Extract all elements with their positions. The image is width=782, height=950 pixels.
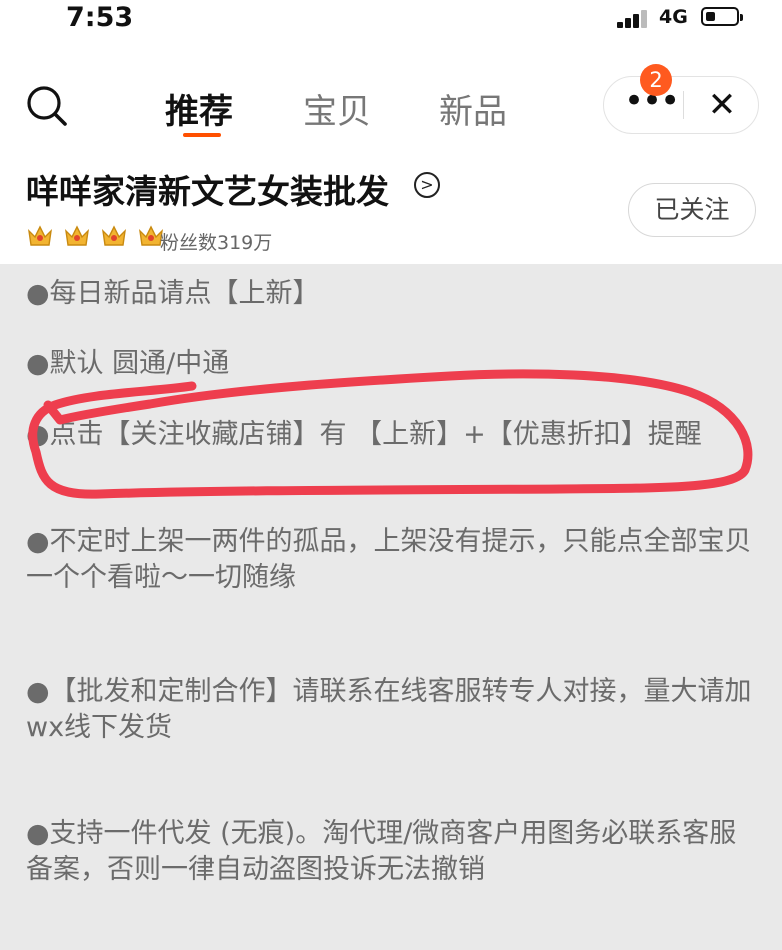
follow-button[interactable]: 已关注	[628, 183, 756, 237]
shop-notice: ●每日新品请点【上新】 ●默认 圆通/中通 ●点击【关注收藏店铺】有 【上新】+…	[0, 264, 782, 950]
status-time: 7:53	[66, 2, 134, 33]
crown-icon	[102, 225, 127, 246]
shop-rating-crowns	[26, 222, 169, 254]
shop-name[interactable]: 咩咩家清新文艺女装批发	[26, 165, 389, 213]
crown-icon	[65, 225, 90, 246]
tab-recommend[interactable]: 推荐	[165, 84, 233, 133]
notice-line: ●支持一件代发 (无痕)。淘代理/微商客户用图务必联系客服备案，否则一律自动盗图…	[26, 818, 737, 885]
active-tab-indicator	[183, 133, 221, 137]
crown-icon	[28, 225, 52, 246]
notification-badge: 2	[640, 64, 672, 96]
battery-icon	[701, 7, 743, 26]
tab-items[interactable]: 宝贝	[303, 84, 371, 133]
tab-new[interactable]: 新品	[439, 84, 507, 133]
notice-line: ●不定时上架一两件的孤品，上架没有提示，只能点全部宝贝一个个看啦～一切随缘	[26, 526, 752, 593]
notice-line: ●【批发和定制合作】请联系在线客服转专人对接，量大请加wx线下发货	[26, 676, 752, 743]
capsule-divider	[683, 91, 684, 119]
search-icon[interactable]	[25, 84, 69, 128]
signal-icon	[617, 8, 651, 28]
fan-count: 粉丝数319万	[160, 232, 273, 254]
top-nav: 推荐 宝贝 新品 ••• ✕ 2	[0, 60, 782, 150]
status-bar: 7:53 4G	[0, 0, 782, 40]
close-icon[interactable]: ✕	[700, 81, 744, 129]
network-type: 4G	[659, 6, 688, 28]
notice-line: ●点击【关注收藏店铺】有 【上新】+【优惠折扣】提醒	[26, 419, 702, 450]
notice-line: ●每日新品请点【上新】	[26, 278, 320, 309]
notice-line: ●默认 圆通/中通	[26, 348, 230, 379]
chevron-right-icon[interactable]: >	[414, 172, 440, 198]
mini-program-capsule: ••• ✕	[603, 76, 759, 134]
